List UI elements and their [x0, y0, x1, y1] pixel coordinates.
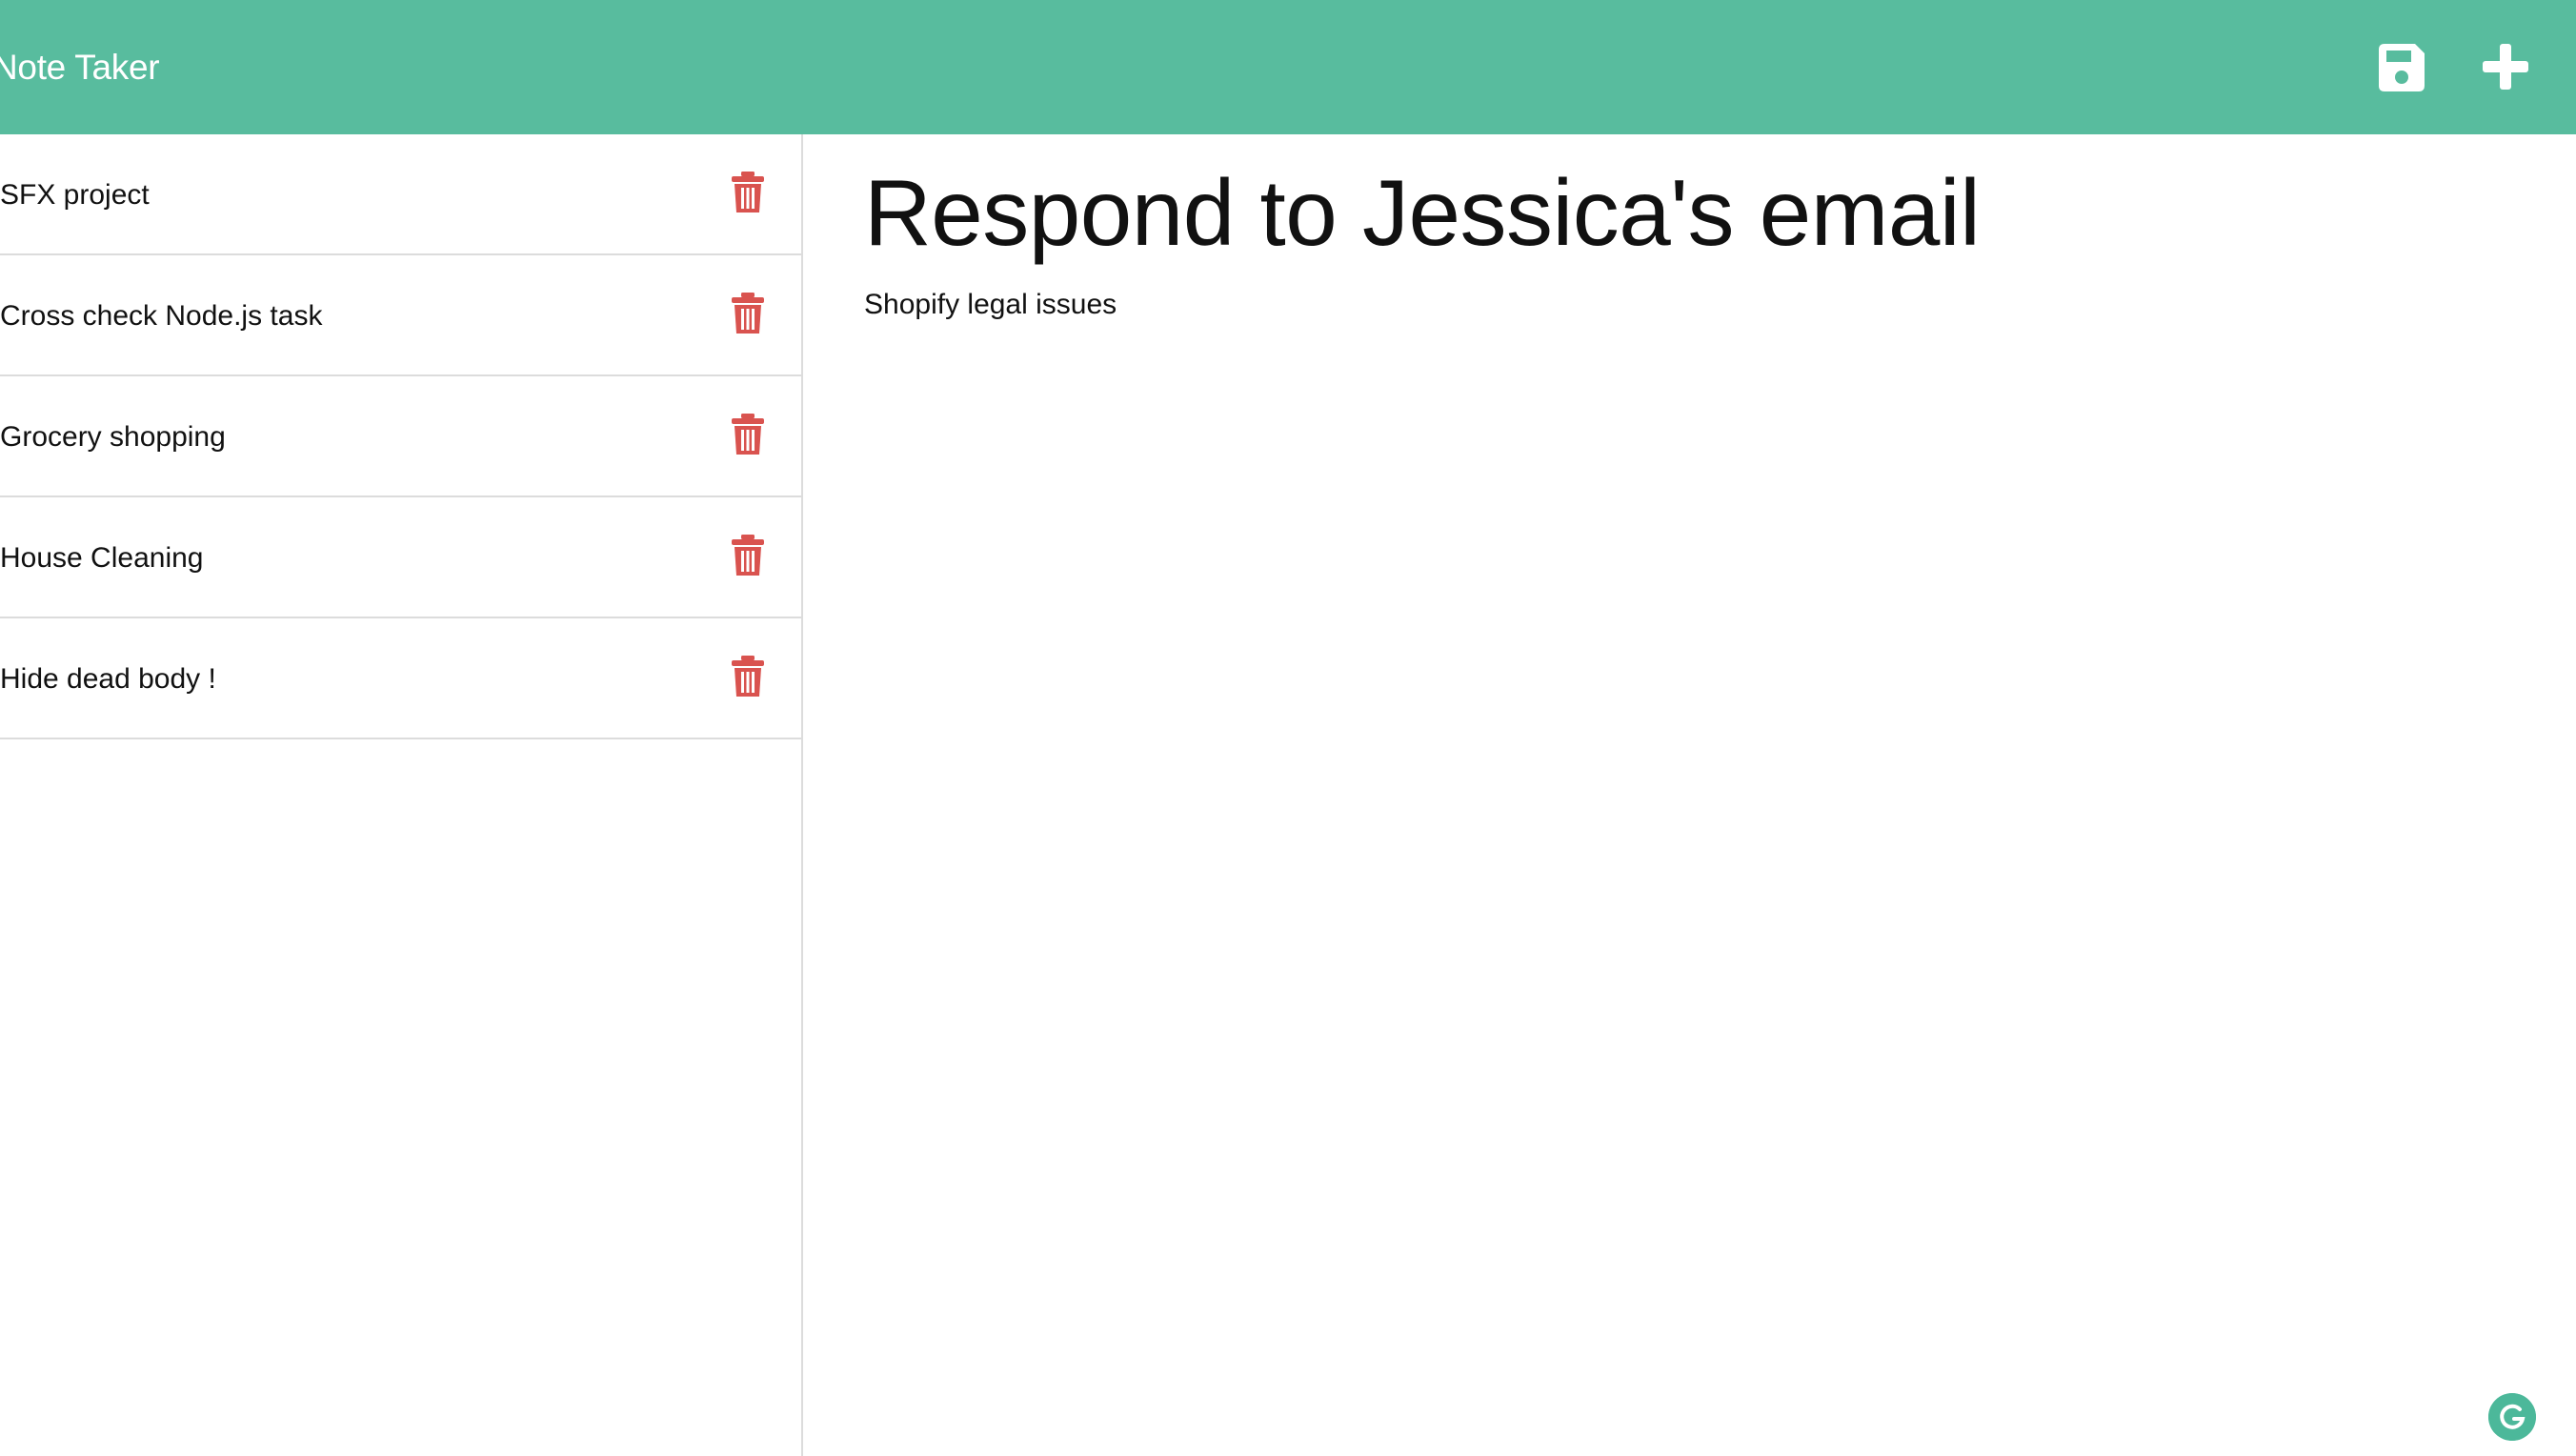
note-list-item[interactable]: Hide dead body !	[0, 618, 801, 739]
note-title-field[interactable]: Respond to Jessica's email	[864, 157, 1981, 270]
note-list-item-title[interactable]: Cross check Node.js task	[0, 255, 322, 376]
new-note-icon[interactable]	[2477, 38, 2534, 95]
note-list-item-title[interactable]: SFX project	[0, 134, 150, 255]
note-list-item[interactable]: Cross check Node.js task	[0, 255, 801, 376]
note-list-item[interactable]: SFX project	[0, 134, 801, 255]
save-note-icon[interactable]	[2373, 38, 2430, 95]
note-list-item[interactable]: Grocery shopping	[0, 376, 801, 497]
note-list-item-title[interactable]: Grocery shopping	[0, 376, 226, 497]
note-list: SFX project Cross check Node.js task Gro…	[0, 134, 801, 739]
navbar: Note Taker	[0, 0, 2576, 134]
note-list-item-title[interactable]: House Cleaning	[0, 497, 203, 618]
app-title[interactable]: Note Taker	[0, 0, 160, 134]
note-editor: Respond to Jessica's email Shopify legal…	[805, 134, 2576, 1456]
trash-icon[interactable]	[730, 534, 766, 577]
notes-sidebar: SFX project Cross check Node.js task Gro…	[0, 134, 803, 1456]
trash-icon[interactable]	[730, 413, 766, 456]
note-list-item-title[interactable]: Hide dead body !	[0, 618, 216, 739]
note-list-item[interactable]: House Cleaning	[0, 497, 801, 618]
grammarly-icon[interactable]	[2488, 1393, 2536, 1441]
trash-icon[interactable]	[730, 292, 766, 335]
note-text-field[interactable]: Shopify legal issues	[864, 289, 1117, 321]
trash-icon[interactable]	[730, 655, 766, 698]
trash-icon[interactable]	[730, 171, 766, 214]
